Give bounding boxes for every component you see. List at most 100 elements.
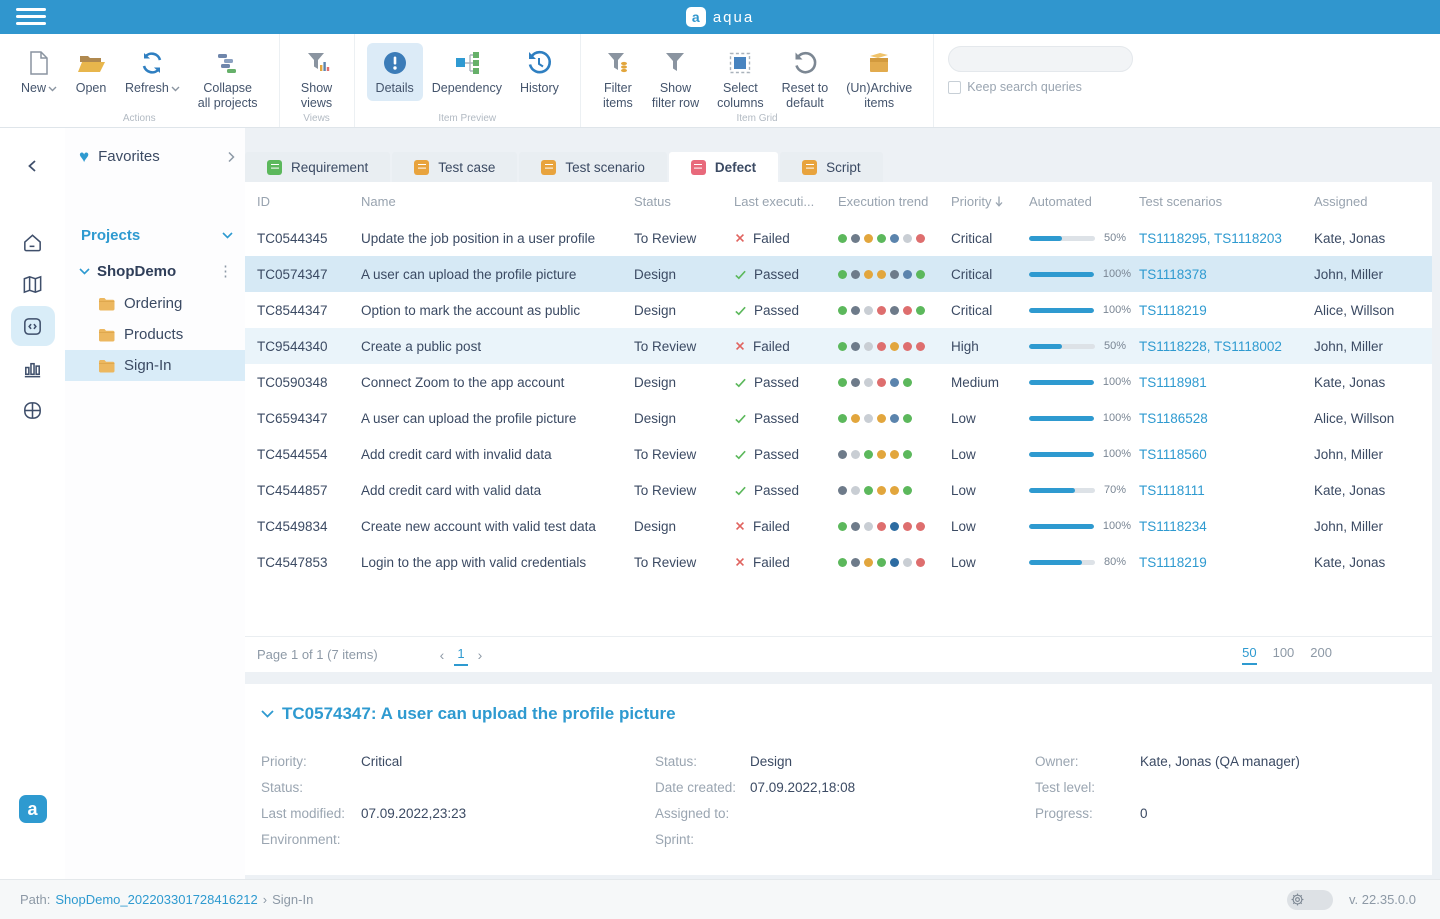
history-button[interactable]: History [511,43,568,101]
tab-test-case[interactable]: Test case [392,152,517,182]
tab-script[interactable]: Script [780,152,883,182]
cell-test-scenarios[interactable]: TS1118981 [1139,375,1314,390]
detail-field-label: Owner: [1035,754,1140,769]
cell-assigned: John, Miller [1314,447,1432,462]
tree-folder[interactable]: Ordering [65,288,245,319]
table-row[interactable]: TC6594347 A user can upload the profile … [245,400,1432,436]
gear-icon [1290,892,1305,907]
settings-toggle[interactable] [1287,890,1333,910]
table-row[interactable]: TC4544554 Add credit card with invalid d… [245,436,1432,472]
show-filter-row-button[interactable]: Show filter row [643,43,708,116]
favorites-row[interactable]: ♥ Favorites [79,148,235,165]
trend-dot [916,270,925,279]
trend-dot [890,486,899,495]
cell-test-scenarios[interactable]: TS1118560 [1139,447,1314,462]
column-header-id[interactable]: ID [257,194,361,209]
show-views-button[interactable]: Show views [292,43,342,116]
cell-status: To Review [634,555,734,570]
details-title-row[interactable]: TC0574347: A user can upload the profile… [261,704,1432,724]
cell-test-scenarios[interactable]: TS1118219 [1139,303,1314,318]
cell-test-scenarios[interactable]: TS1118111 [1139,483,1314,498]
cell-test-scenarios[interactable]: TS1118378 [1139,267,1314,282]
column-header-automated[interactable]: Automated [1029,194,1139,209]
projects-header[interactable]: Projects [81,227,233,244]
table-row[interactable]: TC9544340 Create a public post To Review… [245,328,1432,364]
table-row[interactable]: TC0544345 Update the job position in a u… [245,220,1432,256]
cell-name: Add credit card with valid data [361,483,634,498]
trend-dot [890,522,899,531]
nav-reports[interactable] [11,348,55,388]
script-icon [802,160,817,175]
path-project-link[interactable]: ShopDemo_202203301728416212 [55,892,257,907]
tree-project-shopdemo[interactable]: ShopDemo ⋮ [79,262,237,280]
cell-test-scenarios[interactable]: TS1186528 [1139,411,1314,426]
table-row[interactable]: TC0590348 Connect Zoom to the app accoun… [245,364,1432,400]
chevron-right-icon[interactable] [227,151,235,163]
select-columns-button[interactable]: Select columns [708,43,773,116]
detail-field: Test level: [1035,774,1432,800]
tab-defect[interactable]: Defect [669,152,778,182]
keep-search-queries-checkbox[interactable] [948,81,961,94]
unarchive-items-button[interactable]: (Un)Archive items [837,43,921,116]
cell-test-scenarios[interactable]: TS1118219 [1139,555,1314,570]
search-box[interactable] [948,46,1133,72]
trend-dot [838,270,847,279]
table-row[interactable]: TC8544347 Option to mark the account as … [245,292,1432,328]
page-size-200[interactable]: 200 [1310,645,1332,665]
cell-name: Option to mark the account as public [361,303,634,318]
column-header-status[interactable]: Status [634,194,734,209]
cell-assigned: Kate, Jonas [1314,483,1432,498]
trend-dot [838,378,847,387]
column-header-test-scenarios[interactable]: Test scenarios [1139,194,1314,209]
table-row[interactable]: TC0574347 A user can upload the profile … [245,256,1432,292]
tab-requirement[interactable]: Requirement [245,152,390,182]
table-row[interactable]: TC4544857 Add credit card with valid dat… [245,472,1432,508]
column-header-execution-trend[interactable]: Execution trend [838,194,951,209]
column-header-last-execution[interactable]: Last executi... [734,194,838,209]
collapse-sidebar-button[interactable] [11,146,55,186]
nav-dashboard[interactable] [11,390,55,430]
nav-test-items[interactable] [11,306,55,346]
refresh-button[interactable]: Refresh [116,43,189,101]
dependency-button[interactable]: Dependency [423,43,511,101]
cell-assigned: John, Miller [1314,519,1432,534]
next-page-icon[interactable]: › [478,647,483,663]
details-button[interactable]: Details [367,43,423,101]
chevron-down-icon[interactable] [261,710,274,718]
nav-map[interactable] [11,264,55,304]
folder-label: Products [124,326,183,343]
page-size-50[interactable]: 50 [1242,645,1256,665]
chevron-down-icon[interactable] [79,268,90,275]
page-size-100[interactable]: 100 [1273,645,1295,665]
table-row[interactable]: TC4547853 Login to the app with valid cr… [245,544,1432,580]
project-tree-panel: ♥ Favorites Projects ShopDemo ⋮ Ordering… [65,128,245,879]
cell-id: TC0590348 [257,375,361,390]
new-button[interactable]: New [12,43,66,101]
prev-page-icon[interactable]: ‹ [440,647,445,663]
cell-test-scenarios[interactable]: TS1118295, TS1118203 [1139,231,1314,246]
column-header-assigned[interactable]: Assigned [1314,194,1432,209]
nav-home[interactable] [11,222,55,262]
kebab-menu-icon[interactable]: ⋮ [214,262,237,280]
cell-execution-trend [838,231,951,246]
page-number[interactable]: 1 [454,644,467,666]
cell-test-scenarios[interactable]: TS1118228, TS1118002 [1139,339,1314,354]
passed-check-icon [734,448,747,461]
table-row[interactable]: TC4549834 Create new account with valid … [245,508,1432,544]
tab-test-scenario[interactable]: Test scenario [519,152,667,182]
cell-automated: 100% [1029,520,1139,532]
chevron-down-icon[interactable] [222,232,233,239]
cell-name: Create a public post [361,339,634,354]
collapse-all-projects-button[interactable]: Collapse all projects [189,43,267,116]
search-input[interactable] [963,52,1124,66]
trend-dot [838,234,847,243]
reset-to-default-button[interactable]: Reset to default [773,43,838,116]
tree-folder[interactable]: Sign-In [65,350,245,381]
cell-test-scenarios[interactable]: TS1118234 [1139,519,1314,534]
tree-folder[interactable]: Products [65,319,245,350]
trend-dot [838,450,847,459]
filter-items-button[interactable]: Filter items [593,43,643,116]
open-button[interactable]: Open [66,43,116,101]
column-header-name[interactable]: Name [361,194,634,209]
column-header-priority[interactable]: Priority [951,194,1029,209]
